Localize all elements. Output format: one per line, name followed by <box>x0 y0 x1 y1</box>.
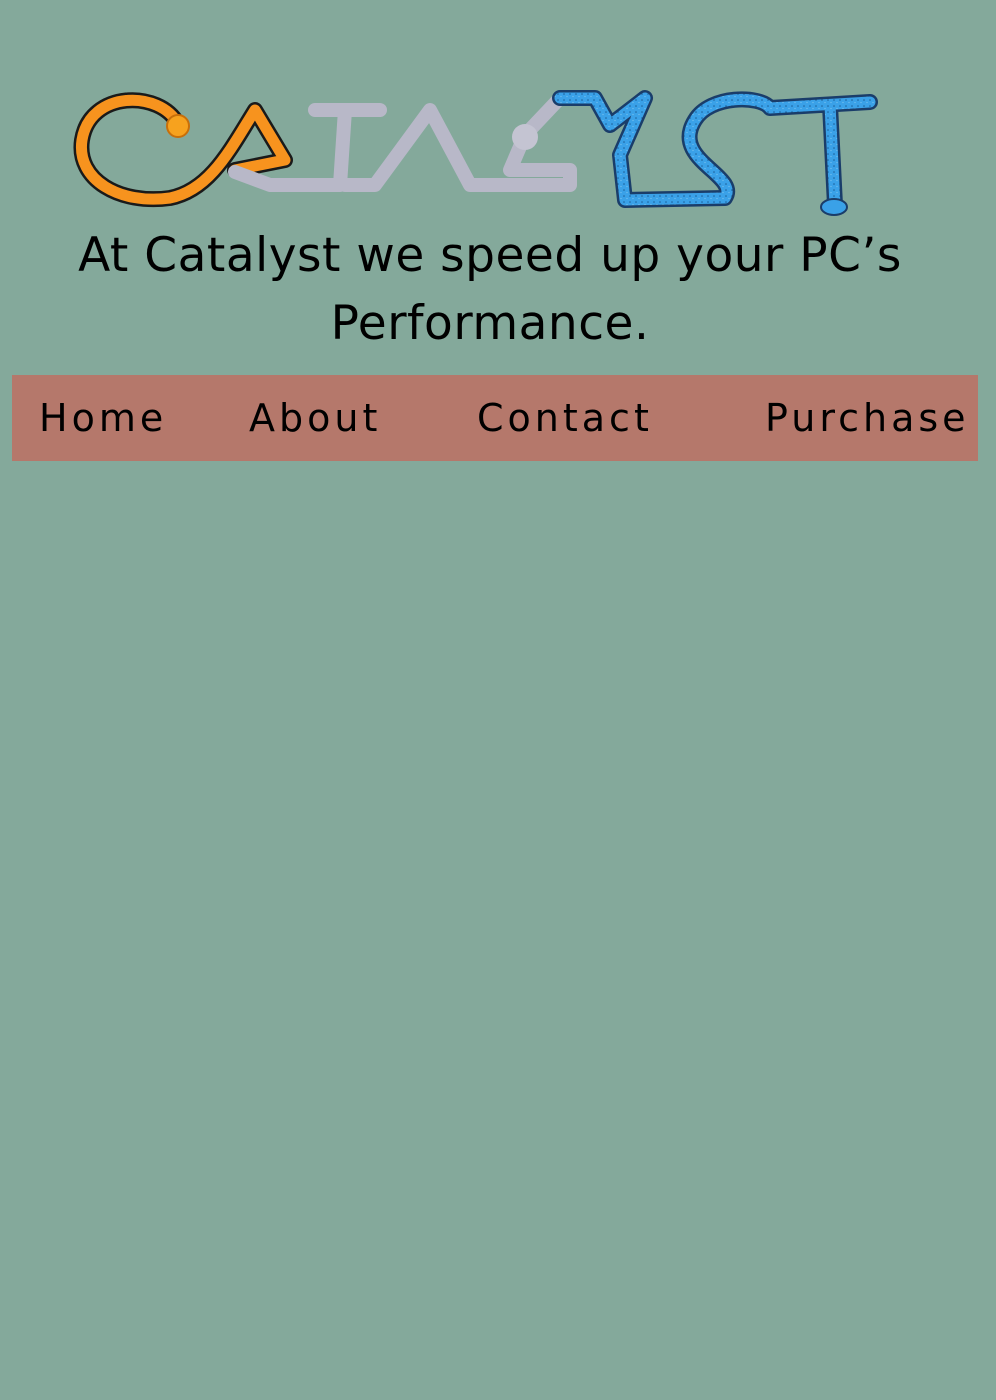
catalyst-logo <box>70 80 890 225</box>
nav-about-link[interactable]: About <box>249 375 381 461</box>
nav-contact-link[interactable]: Contact <box>477 375 653 461</box>
main-nav: Home About Contact Purchase <box>12 375 978 461</box>
tagline: At Catalyst we speed up your PC’s Perfor… <box>78 228 902 351</box>
nav-purchase-link[interactable]: Purchase <box>765 375 970 461</box>
nav-home-link[interactable]: Home <box>39 375 167 461</box>
